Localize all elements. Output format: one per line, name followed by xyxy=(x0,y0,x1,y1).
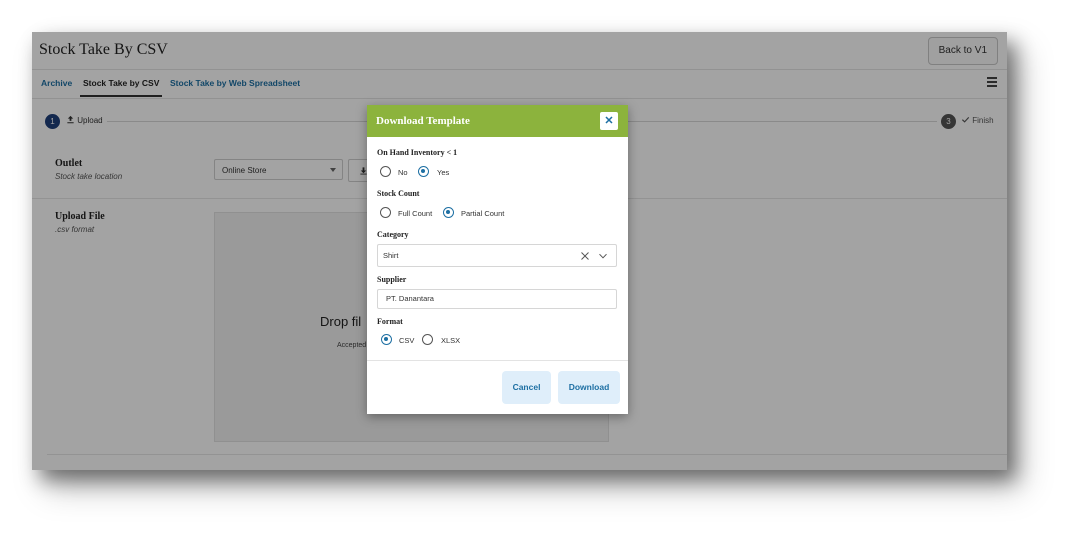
stock-count-partial-radio[interactable] xyxy=(443,207,454,218)
on-hand-yes-radio[interactable] xyxy=(418,166,429,177)
category-select[interactable]: Shirt xyxy=(377,244,617,267)
stock-count-full-label: Full Count xyxy=(398,209,433,218)
on-hand-yes-label: Yes xyxy=(437,168,450,177)
stock-count-label: Stock Count xyxy=(377,189,420,198)
modal-title: Download Template xyxy=(376,115,470,127)
supplier-input[interactable]: PT. Danantara xyxy=(377,289,617,309)
download-button[interactable]: Download xyxy=(558,371,620,404)
clear-icon[interactable] xyxy=(580,251,590,261)
on-hand-no-label: No xyxy=(398,168,408,177)
format-xlsx-radio[interactable] xyxy=(422,334,433,345)
chevron-down-icon[interactable] xyxy=(598,251,608,261)
on-hand-no-radio[interactable] xyxy=(380,166,391,177)
category-label: Category xyxy=(377,230,409,239)
modal-header: Download Template ✕ xyxy=(367,105,628,137)
stock-count-full-radio[interactable] xyxy=(380,207,391,218)
cancel-button[interactable]: Cancel xyxy=(502,371,551,404)
format-label: Format xyxy=(377,317,403,326)
supplier-label: Supplier xyxy=(377,275,407,284)
format-xlsx-label: XLSX xyxy=(441,336,461,345)
supplier-value: PT. Danantara xyxy=(386,294,434,303)
category-value: Shirt xyxy=(383,251,399,260)
close-icon[interactable]: ✕ xyxy=(600,112,618,130)
download-template-modal: Download Template ✕ On Hand Inventory < … xyxy=(367,105,628,414)
on-hand-inventory-label: On Hand Inventory < 1 xyxy=(377,148,458,157)
stock-count-partial-label: Partial Count xyxy=(461,209,505,218)
modal-footer-divider xyxy=(367,360,628,361)
format-csv-label: CSV xyxy=(399,336,415,345)
format-csv-radio[interactable] xyxy=(381,334,392,345)
